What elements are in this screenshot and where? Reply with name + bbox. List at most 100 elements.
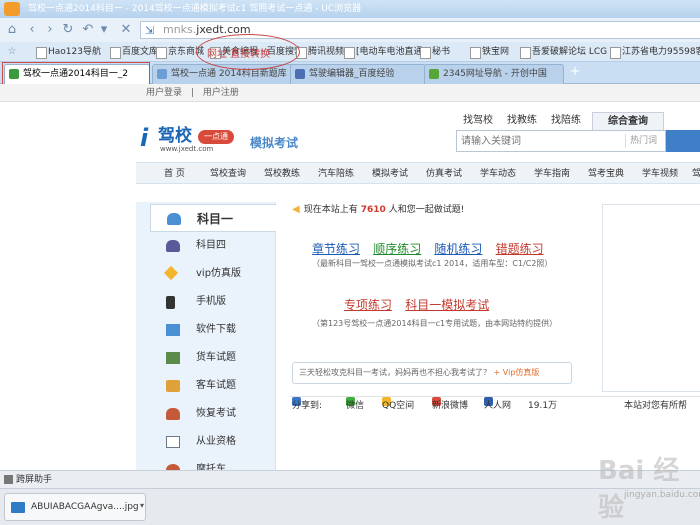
notice-suffix: 人和您一起做试题! (388, 205, 465, 215)
nav-item[interactable]: 汽车陪练 (318, 163, 354, 185)
nav-item[interactable]: 驾 (692, 163, 700, 185)
leftnav-item[interactable]: 手机版 (136, 288, 276, 316)
nav-item[interactable]: 首 页 (164, 163, 185, 185)
bookmark-item[interactable]: 江苏省电力95598客 (610, 45, 700, 59)
image-file-icon (11, 502, 25, 513)
login-link[interactable]: 用户登录 (146, 88, 182, 98)
nav-item[interactable]: 学车视频 (642, 163, 678, 185)
online-notice: ◀ 现在本站上有 7610 人和您一起做试题! (292, 202, 464, 215)
search-tab[interactable]: 找陪练 (548, 112, 584, 130)
dropdown-icon[interactable]: ▾ (96, 22, 112, 38)
leftnav-label: 科目一 (197, 212, 234, 226)
nav-item[interactable]: 学车指南 (534, 163, 570, 185)
leftnav-item[interactable]: 从业资格 (136, 428, 276, 456)
refresh-icon[interactable]: ↻ (60, 22, 76, 38)
search-input[interactable] (457, 131, 607, 151)
tab-label: 驾驶编辑器_百度经验 (309, 69, 395, 79)
nav-item[interactable]: 驾考宝典 (588, 163, 624, 185)
bookmark-item[interactable]: 腾讯视频 (296, 45, 344, 59)
hot-words-dropdown[interactable]: 热门词 (625, 134, 657, 148)
leftnav-item[interactable]: 货车试题 (136, 344, 276, 372)
logo-i: i (140, 124, 149, 152)
annotation-text: 网址 直接转换 (207, 49, 271, 60)
share-item-label: 新浪微博 (432, 401, 469, 411)
secure-icon: ⇲ (145, 24, 155, 37)
chapter-practice-link[interactable]: 章节练习 (312, 240, 360, 257)
leftnav-item[interactable]: 客车试题 (136, 372, 276, 400)
back-icon[interactable]: ‹ (24, 22, 40, 38)
address-row: ⌂ ‹ › ↻ ↶ ▾ ✕ ⇲ mnks.jxedt.com (0, 18, 700, 42)
nav-item[interactable]: 模拟考试 (372, 163, 408, 185)
leftnav-item[interactable]: 恢复考试 (136, 400, 276, 428)
logo-url: www.jxedt.com (160, 145, 214, 153)
nav-item[interactable]: 驾校教练 (264, 163, 300, 185)
web-page: 用户登录 | 用户注册 i 驾校 一点通 www.jxedt.com 模拟考试 … (0, 84, 700, 482)
search-tab-active[interactable]: 综合查询 (592, 112, 664, 130)
truck-icon (166, 352, 180, 364)
random-practice-link[interactable]: 随机练习 (434, 240, 482, 257)
uc-browser-logo-icon (4, 2, 20, 16)
card-icon (166, 436, 180, 448)
exam-links: 专项练习 科目一模拟考试 (344, 296, 499, 313)
leftnav-label: 手机版 (196, 296, 226, 307)
wrong-answers-practice-link[interactable]: 错题练习 (496, 240, 544, 257)
mock-exam-link[interactable]: 科目一模拟考试 (405, 296, 489, 313)
bus-icon (166, 380, 180, 392)
nav-item[interactable]: 学车动态 (480, 163, 516, 185)
leftnav-item[interactable]: 科目四 (136, 232, 276, 260)
search-tab[interactable]: 找教练 (504, 112, 540, 130)
baidu-jingyan-watermark: Bai 经验 jingyan.baidu.com (528, 440, 700, 523)
bookmark-item[interactable]: 秘书 (420, 45, 450, 59)
practice-links: 章节练习 顺序练习 随机练习 错题练习 (312, 240, 554, 257)
online-count: 7610 (360, 205, 386, 215)
assist-label[interactable]: 跨屏助手 (16, 475, 52, 485)
car-icon (166, 408, 180, 420)
leftnav-label: 从业资格 (196, 436, 236, 447)
leftnav-item[interactable]: 软件下载 (136, 316, 276, 344)
bookmark-item[interactable]: 百度文库 (110, 45, 158, 59)
logo-brand: 驾校 (158, 126, 192, 146)
page-favicon-icon (157, 69, 167, 79)
vip-tip-box[interactable]: 三天轻松攻克科目一考试，妈妈再也不担心我考试了？ + Vip仿真版 (292, 362, 572, 384)
nav-item[interactable]: 驾校查询 (210, 163, 246, 185)
download-item[interactable]: ABUIABACGAAgva....jpg (4, 493, 146, 521)
download-menu-icon[interactable]: ▾ (140, 501, 144, 510)
bookmark-item[interactable]: 吾爱破解论坛 LCG (520, 45, 607, 59)
bookmarks-bar: ☆ Hao123导航 百度文库 京东商城 美食编程 - 百度搜索 腾讯视频 [电… (0, 42, 700, 62)
main-nav: 首 页 驾校查询 驾校教练 汽车陪练 模拟考试 仿真考试 学车动态 学车指南 驾… (136, 162, 700, 184)
address-annotation-circle: 网址 直接转换 (196, 34, 300, 70)
download-filename: ABUIABACGAAgva....jpg (31, 502, 139, 512)
register-link[interactable]: 用户注册 (203, 88, 239, 98)
forward-icon[interactable]: › (42, 22, 58, 38)
window-titlebar: 驾校一点通2014科目一 - 2014驾校一点通模拟考试c1 驾照考试一点通 -… (0, 0, 700, 18)
car-icon (166, 240, 180, 252)
sequential-practice-link[interactable]: 顺序练习 (373, 240, 421, 257)
bookmark-item[interactable]: Hao123导航 (36, 45, 101, 59)
share-count: 19.1万 (528, 401, 558, 411)
tab-label: 驾校一点通 2014科目新题库 (171, 69, 287, 79)
special-practice-link[interactable]: 专项练习 (344, 296, 392, 313)
search-button[interactable] (666, 130, 700, 152)
right-text: 本站对您有所帮 (624, 401, 688, 411)
site-logo[interactable]: i 驾校 一点通 www.jxedt.com 模拟考试 (140, 124, 310, 153)
vip-link[interactable]: + Vip仿真版 (494, 368, 540, 377)
undo-icon[interactable]: ↶ (80, 22, 96, 38)
home-icon[interactable]: ⌂ (4, 22, 20, 38)
baidu-favicon-icon (295, 69, 305, 79)
leftnav-label: 货车试题 (196, 352, 236, 363)
tab[interactable]: 2345网址导航 - 开创中国 (424, 64, 564, 84)
share-item-label: 微信 (346, 401, 365, 411)
leftnav-item-active[interactable]: 科目一 (150, 204, 276, 232)
star-icon[interactable]: ☆ (4, 44, 20, 60)
new-tab-button[interactable]: + (568, 64, 582, 80)
search-tab[interactable]: 找驾校 (460, 112, 496, 130)
leftnav-label: 恢复考试 (196, 408, 236, 419)
nav-item[interactable]: 仿真考试 (426, 163, 462, 185)
leftnav-item[interactable]: vip仿真版 (136, 260, 276, 288)
tab[interactable]: 驾驶编辑器_百度经验 (290, 64, 426, 84)
bookmark-item[interactable]: [电动车电池直通] (344, 45, 426, 59)
phone-icon (166, 296, 175, 309)
bookmark-item[interactable]: 铁宝网 (470, 45, 509, 59)
stop-icon[interactable]: ✕ (118, 22, 134, 38)
speaker-icon: ◀ (292, 204, 300, 215)
